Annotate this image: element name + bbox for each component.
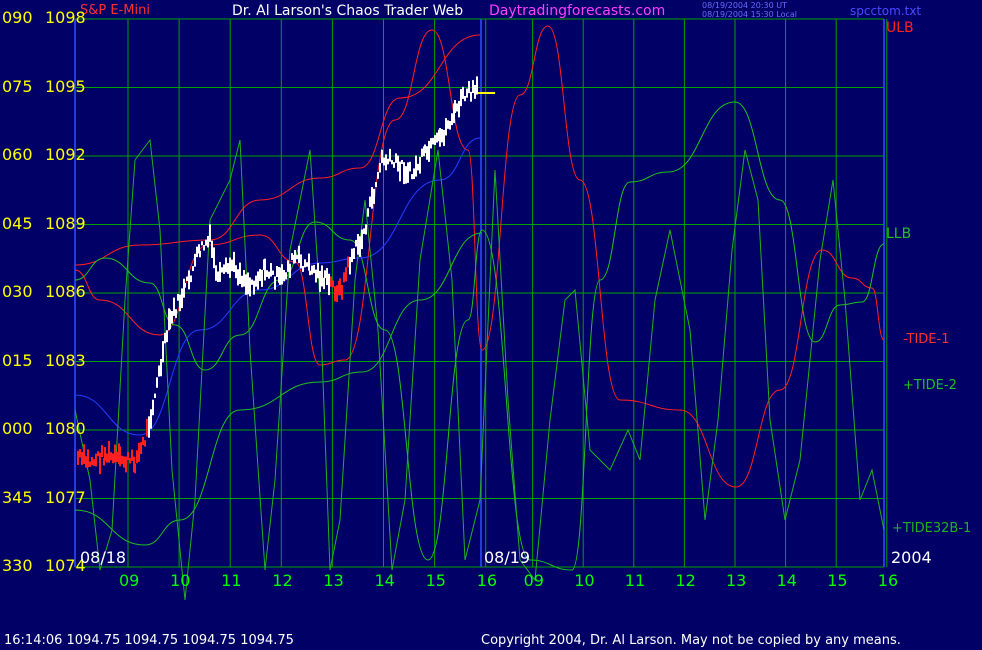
site-link[interactable]: Daytradingforecasts.com xyxy=(489,3,665,19)
hour-tick-label: 11 xyxy=(624,571,646,590)
hour-tick-label: 09 xyxy=(523,571,544,590)
hour-tick-label: 11 xyxy=(221,571,242,590)
angle-tick-label: 045 xyxy=(2,213,33,233)
year-label: 2004 xyxy=(891,548,932,567)
angle-tick-label: 060 xyxy=(2,145,33,164)
price-tick-label: 1089 xyxy=(45,213,86,233)
price-tick-label: 1098 xyxy=(45,8,86,27)
tide32-label: +TIDE32B-1 xyxy=(892,521,972,536)
hour-tick-label: 10 xyxy=(574,571,595,590)
instrument-label: S&P E-Mini xyxy=(80,3,150,18)
hour-tick-label: 12 xyxy=(272,571,293,590)
date-label: 08/19 xyxy=(484,548,531,567)
hour-tick-label: 10 xyxy=(170,571,191,590)
price-tick-label: 1080 xyxy=(45,419,86,438)
data-file-name: spcctom.txt xyxy=(850,4,922,18)
hour-tick-label: 14 xyxy=(776,571,797,590)
price-tick-label: 1092 xyxy=(45,145,86,164)
last-quote: 16:14:06 1094.75 1094.75 1094.75 1094.75 xyxy=(4,633,294,648)
hour-tick-label: 16 xyxy=(877,571,899,590)
chart-title: Dr. Al Larson's Chaos Trader Web xyxy=(232,3,464,19)
price-tick-label: 1083 xyxy=(45,350,86,370)
date-label: 08/18 xyxy=(80,548,127,567)
angle-tick-label: 015 xyxy=(2,350,33,370)
hour-tick-label: 12 xyxy=(675,571,696,590)
angle-tick-label: 090 xyxy=(2,8,33,27)
hour-tick-label: 09 xyxy=(119,571,140,590)
angle-tick-label: 000 xyxy=(2,419,33,438)
timestamp-local: 08/19/2004 15:30 Local xyxy=(702,10,797,19)
hour-tick-label: 14 xyxy=(374,571,395,590)
hour-tick-label: 15 xyxy=(827,571,848,590)
timestamp-ut: 08/19/2004 20:30 UT xyxy=(702,1,787,10)
hour-tick-label: 16 xyxy=(476,571,498,590)
tide2-label: +TIDE-2 xyxy=(903,378,957,393)
hour-tick-label: 13 xyxy=(323,571,344,590)
price-tick-label: 1086 xyxy=(45,282,86,301)
llb-label: LLB xyxy=(886,226,912,242)
hour-tick-label: 15 xyxy=(425,571,446,590)
price-tick-label: 1077 xyxy=(45,487,86,507)
angle-tick-label: 345 xyxy=(2,487,33,507)
angle-tick-label: 075 xyxy=(2,76,33,96)
copyright-notice: Copyright 2004, Dr. Al Larson. May not b… xyxy=(481,633,901,648)
hour-tick-label: 13 xyxy=(726,571,747,590)
ulb-label: ULB xyxy=(886,20,914,36)
price-tick-label: 1095 xyxy=(45,76,86,96)
angle-tick-label: 030 xyxy=(2,282,33,301)
angle-tick-label: 330 xyxy=(2,556,33,575)
tide1-label: -TIDE-1 xyxy=(903,332,950,347)
